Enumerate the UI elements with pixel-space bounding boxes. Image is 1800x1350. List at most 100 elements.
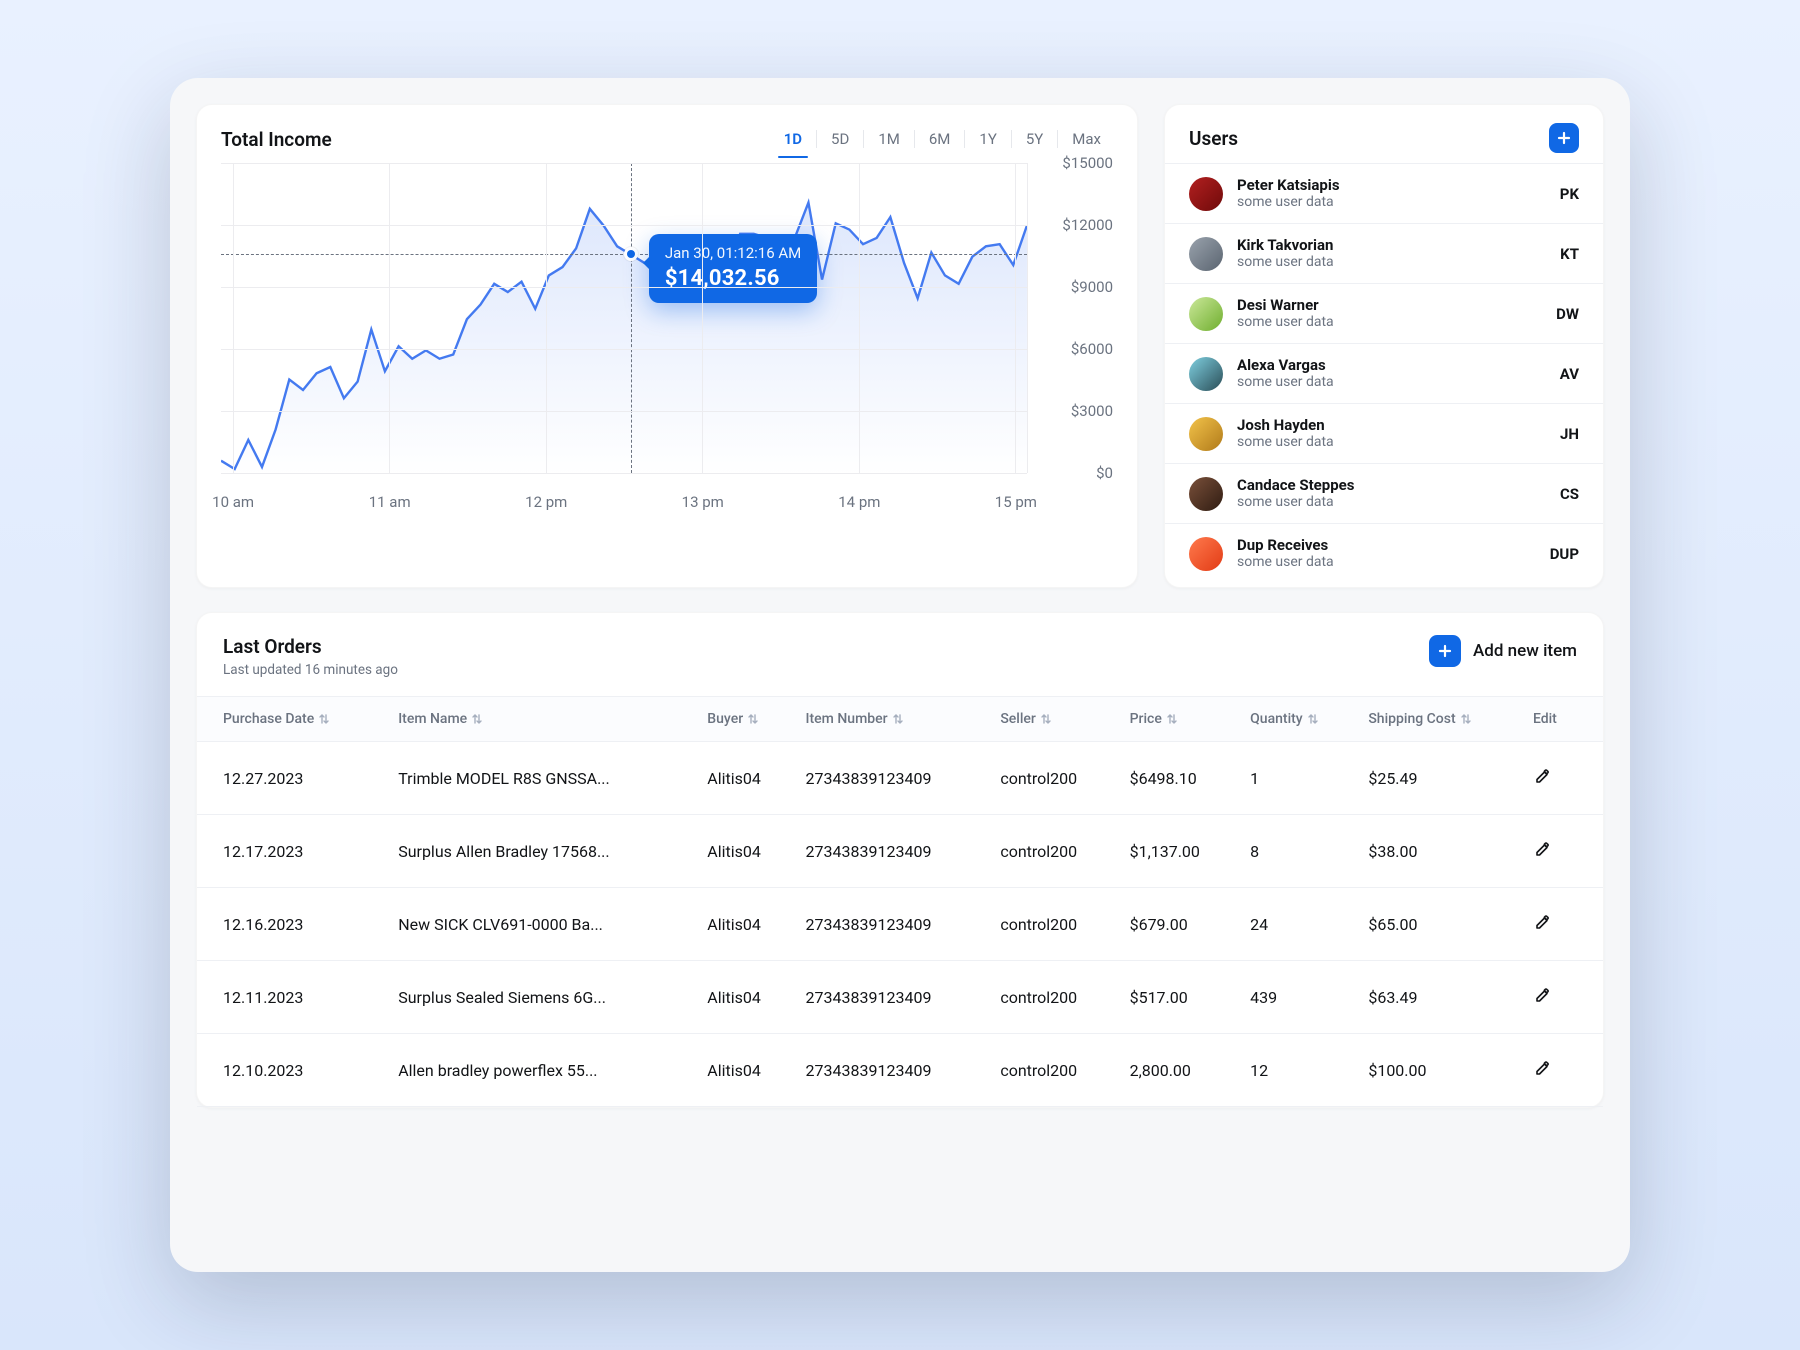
col-shipping-cost[interactable]: Shipping Cost xyxy=(1358,697,1523,742)
sort-icon xyxy=(1040,712,1052,726)
x-tick: 14 pm xyxy=(838,493,880,511)
sort-icon xyxy=(892,712,904,726)
add-user-button[interactable] xyxy=(1549,123,1579,153)
user-name: Desi Warner xyxy=(1237,296,1556,314)
range-max[interactable]: Max xyxy=(1060,126,1113,152)
col-purchase-date[interactable]: Purchase Date xyxy=(197,697,388,742)
plus-icon xyxy=(1437,643,1453,659)
user-sub: some user data xyxy=(1237,494,1560,511)
user-row[interactable]: Dup Receivessome user dataDUP xyxy=(1165,523,1603,583)
cell: $6498.10 xyxy=(1120,742,1241,815)
edit-button[interactable] xyxy=(1533,1058,1553,1078)
cell: control200 xyxy=(990,742,1119,815)
table-row: 12.27.2023Trimble MODEL R8S GNSSA...Alit… xyxy=(197,742,1603,815)
cell: $25.49 xyxy=(1358,742,1523,815)
income-chart-card: Total Income 1D5D1M6M1Y5YMax Jan 30, 01:… xyxy=(196,104,1138,588)
chart-tooltip-dot xyxy=(624,247,638,261)
cell: control200 xyxy=(990,888,1119,961)
user-row[interactable]: Kirk Takvoriansome user dataKT xyxy=(1165,223,1603,283)
sort-icon xyxy=(318,712,330,726)
cell: $65.00 xyxy=(1358,888,1523,961)
cell: control200 xyxy=(990,1034,1119,1107)
user-name: Peter Katsiapis xyxy=(1237,176,1560,194)
y-tick: $3000 xyxy=(1071,402,1113,420)
cell: Surplus Allen Bradley 17568... xyxy=(388,815,697,888)
range-5d[interactable]: 5D xyxy=(819,126,861,152)
chart-title: Total Income xyxy=(221,128,332,151)
cell: 12.17.2023 xyxy=(197,815,388,888)
col-edit[interactable]: Edit xyxy=(1523,697,1603,742)
user-row[interactable]: Desi Warnersome user dataDW xyxy=(1165,283,1603,343)
edit-button[interactable] xyxy=(1533,985,1553,1005)
cell: $679.00 xyxy=(1120,888,1241,961)
edit-button[interactable] xyxy=(1533,766,1553,786)
user-row[interactable]: Josh Haydensome user dataJH xyxy=(1165,403,1603,463)
sort-icon xyxy=(1307,712,1319,726)
edit-button[interactable] xyxy=(1533,839,1553,859)
user-name: Alexa Vargas xyxy=(1237,356,1560,374)
cell: 12 xyxy=(1240,1034,1358,1107)
col-price[interactable]: Price xyxy=(1120,697,1241,742)
cell: $517.00 xyxy=(1120,961,1241,1034)
sort-icon xyxy=(471,712,483,726)
cell: 439 xyxy=(1240,961,1358,1034)
orders-subtitle: Last updated 16 minutes ago xyxy=(223,662,398,678)
col-item-name[interactable]: Item Name xyxy=(388,697,697,742)
col-quantity[interactable]: Quantity xyxy=(1240,697,1358,742)
x-tick: 13 pm xyxy=(682,493,724,511)
plus-icon xyxy=(1556,130,1572,146)
sort-icon xyxy=(747,712,759,726)
cell: control200 xyxy=(990,815,1119,888)
user-initials: CS xyxy=(1560,485,1579,503)
user-name: Candace Steppes xyxy=(1237,476,1560,494)
range-1m[interactable]: 1M xyxy=(866,126,912,152)
range-5y[interactable]: 5Y xyxy=(1014,126,1055,152)
cell: Alitis04 xyxy=(697,888,795,961)
cell: 27343839123409 xyxy=(796,742,991,815)
cell: 27343839123409 xyxy=(796,815,991,888)
edit-button[interactable] xyxy=(1533,912,1553,932)
range-1d[interactable]: 1D xyxy=(772,126,814,152)
range-6m[interactable]: 6M xyxy=(917,126,963,152)
cell: $100.00 xyxy=(1358,1034,1523,1107)
cell: $1,137.00 xyxy=(1120,815,1241,888)
cell: 12.11.2023 xyxy=(197,961,388,1034)
user-row[interactable]: Alexa Vargassome user dataAV xyxy=(1165,343,1603,403)
sort-icon xyxy=(1460,712,1472,726)
add-item-button[interactable]: Add new item xyxy=(1429,635,1577,667)
col-buyer[interactable]: Buyer xyxy=(697,697,795,742)
table-row: 12.16.2023New SICK CLV691-0000 Ba...Alit… xyxy=(197,888,1603,961)
col-seller[interactable]: Seller xyxy=(990,697,1119,742)
chart-tooltip: Jan 30, 01:12:16 AM $14,032.56 xyxy=(649,234,817,303)
cell: 27343839123409 xyxy=(796,1034,991,1107)
tooltip-timestamp: Jan 30, 01:12:16 AM xyxy=(665,244,801,262)
user-initials: DUP xyxy=(1550,545,1579,563)
user-initials: JH xyxy=(1560,425,1579,443)
x-tick: 10 am xyxy=(212,493,254,511)
table-row: 12.17.2023Surplus Allen Bradley 17568...… xyxy=(197,815,1603,888)
range-1y[interactable]: 1Y xyxy=(967,126,1008,152)
chart-body[interactable]: Jan 30, 01:12:16 AM $14,032.56 $15000$12… xyxy=(221,163,1113,523)
col-item-number[interactable]: Item Number xyxy=(796,697,991,742)
avatar xyxy=(1189,477,1223,511)
chart-range-selector: 1D5D1M6M1Y5YMax xyxy=(772,125,1113,153)
cell: 12.10.2023 xyxy=(197,1034,388,1107)
user-row[interactable]: Candace Steppessome user dataCS xyxy=(1165,463,1603,523)
user-sub: some user data xyxy=(1237,254,1560,271)
user-sub: some user data xyxy=(1237,314,1556,331)
cell: 27343839123409 xyxy=(796,961,991,1034)
user-initials: DW xyxy=(1556,305,1579,323)
cell: 12.27.2023 xyxy=(197,742,388,815)
users-title: Users xyxy=(1189,127,1238,150)
user-sub: some user data xyxy=(1237,554,1550,571)
avatar xyxy=(1189,417,1223,451)
table-row: 12.10.2023Allen bradley powerflex 55...A… xyxy=(197,1034,1603,1107)
cell: Alitis04 xyxy=(697,1034,795,1107)
user-sub: some user data xyxy=(1237,434,1560,451)
user-initials: AV xyxy=(1560,365,1579,383)
cell: 24 xyxy=(1240,888,1358,961)
user-initials: KT xyxy=(1560,245,1579,263)
y-tick: $0 xyxy=(1096,464,1113,482)
cell: $38.00 xyxy=(1358,815,1523,888)
user-row[interactable]: Peter Katsiapissome user dataPK xyxy=(1165,163,1603,223)
